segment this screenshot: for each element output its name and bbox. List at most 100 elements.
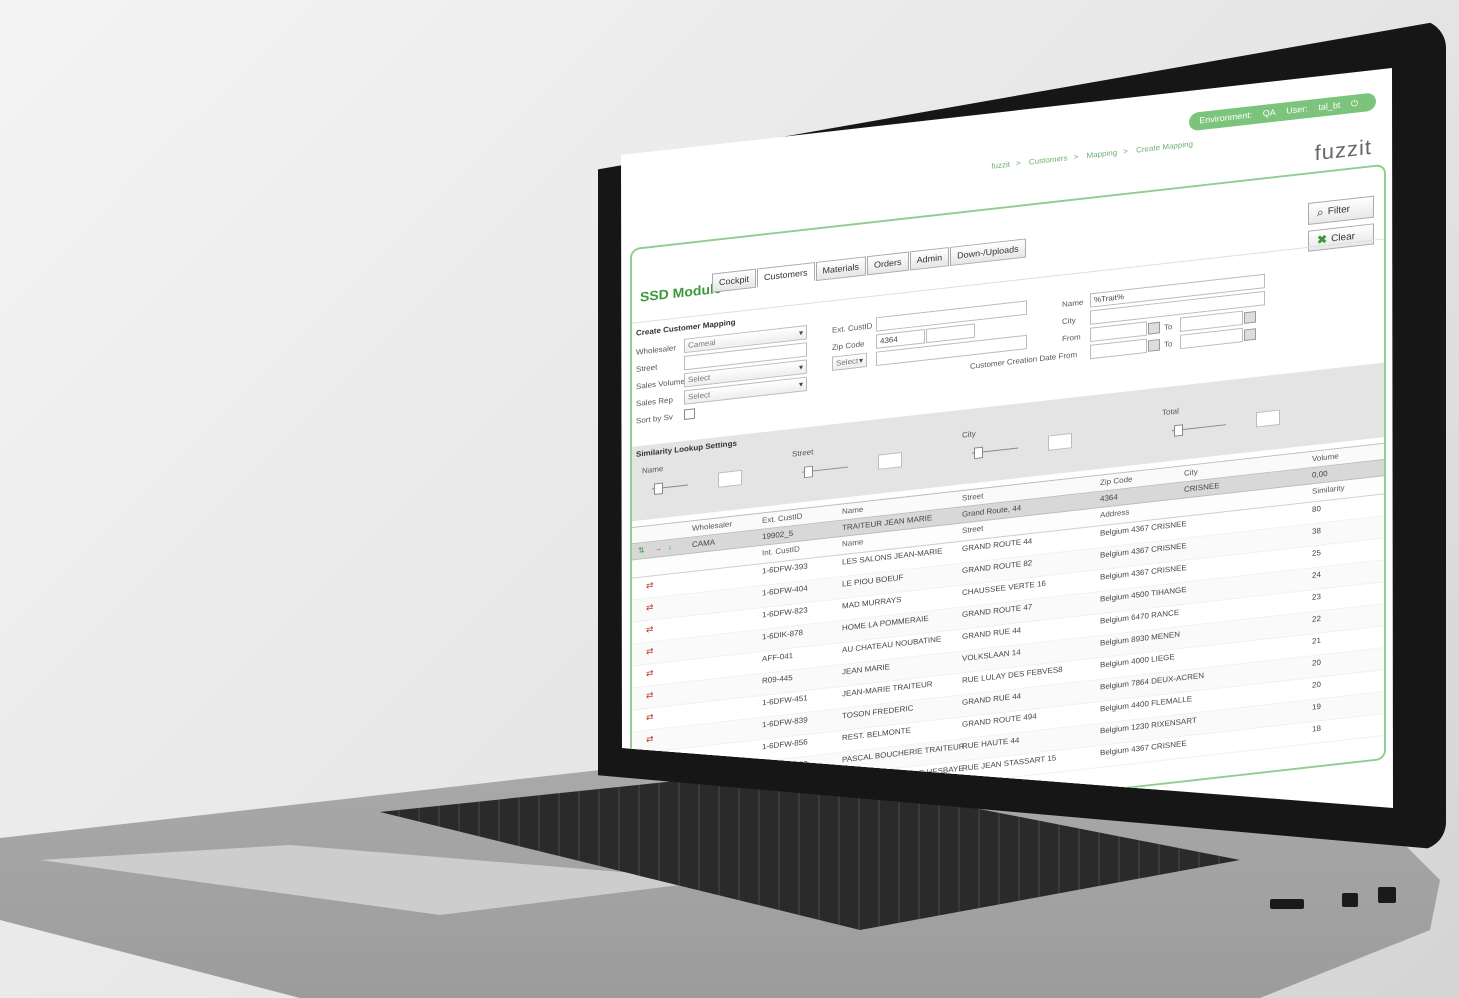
search-icon: ⌕ — [1317, 205, 1324, 220]
chevron-down-icon: ▾ — [858, 356, 863, 366]
slider-value-input[interactable] — [1048, 432, 1072, 451]
col-zip-code[interactable]: Zip Code — [1100, 475, 1132, 487]
cell-int-custid: 1-6DFW-393 — [762, 561, 808, 576]
col-address[interactable]: Address — [1100, 508, 1129, 520]
zip-code-to-input[interactable] — [926, 323, 975, 344]
similarity-name-label: Name — [642, 464, 664, 476]
col-int-custid[interactable]: Int. CustID — [762, 545, 800, 558]
map-customer-icon[interactable]: ⇄ — [646, 602, 654, 613]
col-match-name[interactable]: Name — [842, 537, 863, 548]
map-customer-icon[interactable]: ⇄ — [646, 690, 654, 701]
col-similarity[interactable]: Similarity — [1312, 484, 1344, 496]
slider-value-input[interactable] — [718, 469, 742, 488]
calendar-icon[interactable] — [1148, 338, 1160, 352]
cell-similarity: 24 — [1312, 570, 1321, 580]
calendar-icon[interactable] — [1244, 328, 1256, 342]
cell-similarity: 25 — [1312, 548, 1321, 558]
col-city[interactable]: City — [1184, 468, 1198, 478]
map-customer-icon[interactable]: ⇄ — [646, 668, 654, 679]
city-label: City — [1062, 315, 1076, 327]
map-icon[interactable]: → — [654, 544, 662, 553]
sort-by-sv-checkbox[interactable] — [684, 408, 695, 420]
map-customer-icon[interactable]: ⇄ — [646, 624, 654, 635]
cell-int-custid: 1-6DIK-878 — [762, 628, 803, 642]
ext-custid-label: Ext. CustID — [832, 321, 873, 335]
selected-ext-custid: 19902_5 — [762, 529, 794, 542]
slider-knob[interactable] — [1174, 424, 1183, 437]
zip-code-input[interactable]: 4364 — [876, 329, 925, 349]
map-customer-icon[interactable]: ⇄ — [646, 712, 654, 723]
col-name[interactable]: Name — [842, 505, 863, 516]
cell-street: GRAND RUE 44 — [962, 691, 1022, 707]
breadcrumb-sep: > — [1015, 158, 1021, 168]
breadcrumb-create-mapping[interactable]: Create Mapping — [1136, 140, 1193, 155]
map-customer-icon[interactable]: ⇄ — [646, 646, 654, 657]
cell-int-custid: 1-6DFW-404 — [762, 583, 808, 598]
slider-value-input[interactable] — [878, 451, 902, 470]
cell-name: MAD MURRAYS — [842, 595, 902, 611]
selected-city: CRISNEE — [1184, 481, 1220, 494]
environment-bar: Environment: QA User: tal_bt ⏻ — [1189, 92, 1376, 132]
user-label: User: — [1286, 103, 1308, 116]
col-volume[interactable]: Volume — [1312, 452, 1339, 464]
tab-down-uploads[interactable]: Down-/Uploads — [950, 238, 1026, 267]
cell-similarity: 19 — [1312, 702, 1321, 712]
slider-knob[interactable] — [804, 465, 813, 479]
col-ext-custid[interactable]: Ext. CustID — [762, 512, 802, 525]
similarity-street-slider[interactable] — [792, 451, 902, 479]
map-customer-icon[interactable]: ⇄ — [646, 580, 654, 591]
slider-knob[interactable] — [654, 482, 663, 495]
breadcrumb: fuzzit > Customers > Mapping > Create Mappi… — [988, 139, 1196, 171]
cell-int-custid: 1-6DFW-823 — [762, 605, 808, 620]
laptop-ports — [1270, 885, 1410, 915]
similarity-city-slider[interactable] — [962, 432, 1072, 460]
slider-value-input[interactable] — [1256, 409, 1280, 428]
similarity-name-slider[interactable] — [642, 469, 742, 496]
tab-admin[interactable]: Admin — [909, 247, 950, 271]
cell-similarity: 22 — [1312, 614, 1321, 624]
cell-street: VOLKSLAAN 14 — [962, 647, 1021, 663]
down-arrow-icon[interactable]: ↓ — [668, 543, 672, 552]
select-value: Select — [836, 356, 859, 368]
select-dropdown[interactable]: Select ▾ — [832, 352, 867, 371]
main-panel: SSD Module Cockpit Customers Materials O… — [630, 163, 1386, 808]
cell-int-custid: 1-6DFW-839 — [762, 715, 808, 730]
col-wholesaler[interactable]: Wholesaler — [692, 520, 732, 533]
logout-icon[interactable]: ⏻ — [1351, 98, 1358, 108]
breadcrumb-mapping[interactable]: Mapping — [1086, 148, 1117, 160]
creation-to-input[interactable] — [1180, 327, 1243, 350]
calendar-icon[interactable] — [1148, 321, 1160, 335]
selected-wholesaler: CAMA — [692, 537, 716, 549]
fuzzit-app: Environment: QA User: tal_bt ⏻ fuzzit > C… — [626, 75, 1386, 808]
tab-cockpit[interactable]: Cockpit — [712, 268, 757, 293]
similarity-total-slider[interactable] — [1162, 409, 1280, 438]
tab-orders[interactable]: Orders — [867, 251, 909, 276]
cell-int-custid: 1-6DFW-856 — [762, 737, 808, 752]
brand-logo: fuzzit — [1314, 134, 1372, 166]
sales-volume-label: Sales Volume — [636, 376, 685, 391]
expand-icon[interactable]: ⇅ — [638, 546, 645, 555]
col-street[interactable]: Street — [962, 492, 983, 503]
similarity-city-label: City — [962, 429, 976, 440]
tab-materials[interactable]: Materials — [815, 256, 867, 282]
breadcrumb-home[interactable]: fuzzit — [991, 160, 1010, 171]
slider-knob[interactable] — [974, 446, 983, 460]
col-match-street[interactable]: Street — [962, 524, 983, 535]
wholesaler-value: Cameal — [688, 338, 716, 350]
breadcrumb-customers[interactable]: Customers — [1029, 154, 1068, 167]
sales-rep-label: Sales Rep — [636, 395, 673, 409]
header-right: Environment: QA User: tal_bt ⏻ — [1189, 92, 1376, 132]
similarity-total-label: Total — [1162, 406, 1179, 418]
filter-button[interactable]: ⌕ Filter — [1308, 195, 1374, 226]
calendar-icon[interactable] — [1244, 311, 1256, 324]
creation-from-input[interactable] — [1090, 338, 1147, 360]
wholesaler-label: Wholesaler — [636, 343, 677, 357]
tab-customers[interactable]: Customers — [757, 262, 815, 288]
breadcrumb-sep: > — [1073, 152, 1079, 162]
to-label: To — [1164, 322, 1173, 332]
map-customer-icon[interactable]: ⇄ — [646, 734, 654, 745]
cell-similarity: 23 — [1312, 592, 1321, 602]
cell-int-custid: 1-6DFW-451 — [762, 693, 808, 708]
cell-int-custid: R09-445 — [762, 673, 793, 686]
chevron-down-icon: ▾ — [798, 379, 803, 389]
